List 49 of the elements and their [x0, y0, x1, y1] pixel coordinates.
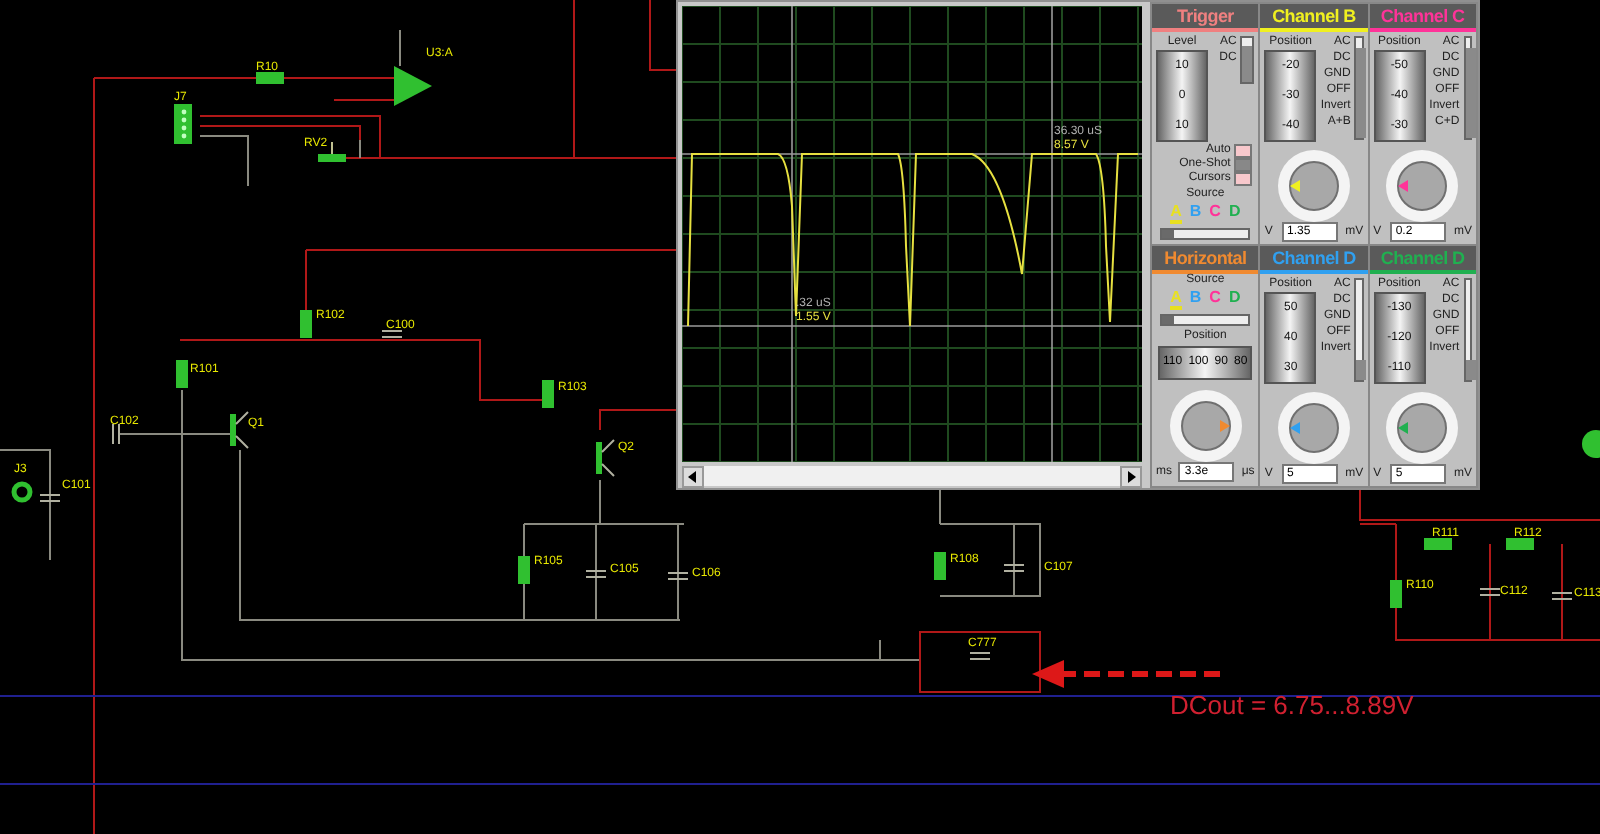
capacitor-icon — [586, 570, 606, 578]
scroll-left-icon[interactable] — [682, 465, 704, 487]
panel-title: Channel D — [1260, 246, 1368, 274]
mode-toggle[interactable] — [1234, 158, 1253, 172]
wire — [649, 0, 681, 71]
mode-toggle[interactable] — [1234, 144, 1253, 158]
resistor-icon — [518, 556, 530, 584]
wire — [399, 29, 401, 67]
resistor-icon — [1506, 538, 1534, 550]
transistor-icon — [596, 439, 615, 477]
transistor-icon — [230, 411, 249, 449]
highlight-box — [919, 631, 1041, 693]
coupling-switch[interactable] — [1354, 278, 1364, 382]
connector-icon — [174, 104, 192, 144]
capacitor-icon — [112, 424, 120, 444]
resistor-icon — [542, 380, 554, 408]
mode-toggle[interactable] — [1234, 172, 1253, 186]
source-slider[interactable] — [1160, 314, 1251, 326]
wire — [333, 99, 395, 101]
resistor-icon — [934, 552, 946, 580]
scroll-right-icon[interactable] — [1120, 465, 1142, 487]
capacitor-icon — [382, 330, 402, 338]
resistor-icon — [1424, 538, 1452, 550]
panel-title: Channel C — [1369, 4, 1476, 32]
panel-title: Channel B — [1260, 4, 1368, 32]
jack-icon — [1582, 430, 1600, 458]
jack-icon — [11, 481, 33, 503]
capacitor-icon — [40, 494, 60, 502]
panel-title: Channel D — [1369, 246, 1476, 274]
coupling-switch[interactable] — [1463, 278, 1472, 382]
capacitor-icon — [668, 572, 688, 580]
capacitor-icon — [970, 652, 990, 660]
voltage-annotation: DCout = 6.75...8.89V — [1170, 690, 1414, 720]
resistor-icon — [256, 72, 284, 84]
op-amp-icon — [394, 66, 432, 106]
source-slider[interactable] — [1160, 228, 1251, 240]
coupling-switch[interactable] — [1354, 36, 1364, 140]
panel-title: Horizontal — [1152, 246, 1259, 274]
resistor-icon — [300, 310, 312, 338]
coupling-switch[interactable] — [1463, 36, 1472, 140]
coupling-switch[interactable] — [1240, 36, 1255, 84]
resistor-icon — [1390, 580, 1402, 608]
capacitor-icon — [1552, 592, 1572, 600]
wire — [283, 77, 395, 79]
horizontal-scrollbar[interactable] — [682, 466, 1142, 486]
resistor-icon — [176, 360, 188, 388]
capacitor-icon — [1480, 588, 1500, 596]
panel-title: Trigger — [1152, 4, 1259, 32]
capacitor-icon — [1004, 564, 1024, 572]
